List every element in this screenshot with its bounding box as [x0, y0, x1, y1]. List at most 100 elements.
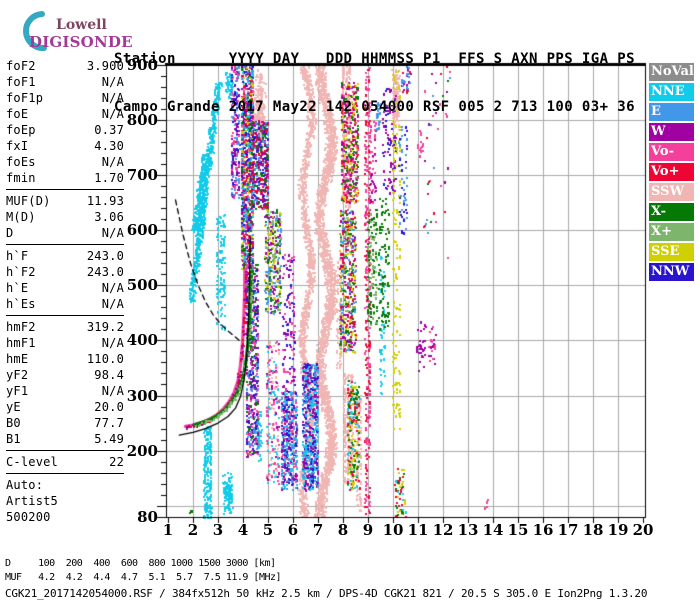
x-tick-label: 14 — [482, 521, 504, 539]
parameter-label: h`F — [6, 249, 29, 263]
header-values-line: Campo Grande 2017 May22 142 054000 RSF 0… — [114, 99, 635, 115]
parameter-label: foEp — [6, 123, 36, 137]
parameter-value: 98.4 — [94, 368, 124, 382]
parameter-row: fmin 1.70 — [6, 170, 124, 186]
parameter-value: 4.30 — [94, 139, 124, 153]
x-tick-label: 11 — [407, 521, 429, 539]
x-tick-label: 4 — [237, 521, 249, 539]
parameter-label: h`F2 — [6, 265, 36, 279]
legend-item-w: W — [649, 123, 694, 141]
parameter-value: 5.49 — [94, 432, 124, 446]
parameter-label: h`Es — [6, 297, 36, 311]
parameter-value: N/A — [101, 155, 124, 169]
legend-item-vo: Vo- — [649, 143, 694, 161]
parameter-row: D N/A — [6, 225, 124, 241]
parameter-row: foF2 3.900 — [6, 58, 124, 74]
doppler-direction-legend: NoVal NNE E W Vo- Vo+ SSW X- X+ SSE NNW — [649, 63, 695, 283]
parameter-label: yE — [6, 400, 21, 414]
parameter-label: D — [6, 226, 14, 240]
parameter-value: 20.0 — [94, 400, 124, 414]
parameter-row: MUF(D) 11.93 — [6, 193, 124, 209]
parameter-label: C-level — [6, 455, 58, 469]
x-tick-label: 10 — [382, 521, 404, 539]
parameter-row: yF2 98.4 — [6, 367, 124, 383]
y-tick-label: 400 — [126, 331, 158, 350]
autoscaler-info-line: Auto: — [6, 478, 44, 492]
parameter-label: hmE — [6, 352, 29, 366]
y-tick-label: 600 — [126, 221, 158, 240]
parameter-label: foF1p — [6, 91, 44, 105]
group-separator — [6, 450, 124, 451]
x-tick-label: 5 — [262, 521, 274, 539]
parameter-row: B0 77.7 — [6, 415, 124, 431]
legend-item-e: E — [649, 103, 694, 121]
x-tick-label: 16 — [532, 521, 554, 539]
x-tick-label: 15 — [507, 521, 529, 539]
parameter-row: hmF2 319.2 — [6, 319, 124, 335]
parameter-value: 0.37 — [94, 123, 124, 137]
parameter-value: 243.0 — [86, 265, 124, 279]
parameter-label: M(D) — [6, 210, 36, 224]
y-tick-label: 900 — [126, 56, 158, 74]
x-tick-label: 17 — [557, 521, 579, 539]
parameter-row: yE 20.0 — [6, 399, 124, 415]
x-tick-label: 7 — [312, 521, 324, 539]
parameter-value: N/A — [101, 281, 124, 295]
logo-text-lowell: Lowell — [56, 17, 107, 33]
parameter-label: yF2 — [6, 368, 29, 382]
parameter-row: foE N/A — [6, 106, 124, 122]
parameter-value: 3.06 — [94, 210, 124, 224]
autoscaler-info-line: 500200 — [6, 510, 51, 524]
parameter-value: 319.2 — [86, 320, 124, 334]
x-tick-label: 12 — [432, 521, 454, 539]
x-tick-label: 19 — [607, 521, 629, 539]
parameter-label: B1 — [6, 432, 21, 446]
parameter-value: N/A — [101, 91, 124, 105]
parameter-label: yF1 — [6, 384, 29, 398]
parameter-label: foF2 — [6, 59, 36, 73]
legend-item-x: X+ — [649, 223, 694, 241]
legend-item-sse: SSE — [649, 243, 694, 261]
parameter-row: h`Es N/A — [6, 296, 124, 312]
y-tick-label: 200 — [126, 441, 158, 460]
parameter-value: N/A — [101, 336, 124, 350]
parameter-row: foEp 0.37 — [6, 122, 124, 138]
x-tick-label: 20 — [632, 521, 654, 539]
parameter-label: foEs — [6, 155, 36, 169]
header-labels-line: Station YYYY DAY DDD HHMMSS P1 FFS S AXN… — [114, 51, 635, 67]
parameter-value: 11.93 — [86, 194, 124, 208]
x-tick-label: 2 — [187, 521, 199, 539]
parameter-value: 3.900 — [86, 59, 124, 73]
x-tick-label: 8 — [337, 521, 349, 539]
digisonde-ionogram-screen: Lowell DIGISONDE Station YYYY DAY DDD HH… — [0, 0, 700, 600]
parameter-value: N/A — [101, 384, 124, 398]
x-tick-label: 9 — [362, 521, 374, 539]
parameter-value: 110.0 — [86, 352, 124, 366]
parameter-row: h`E N/A — [6, 280, 124, 296]
parameter-row: foEs N/A — [6, 154, 124, 170]
parameter-row: yF1 N/A — [6, 383, 124, 399]
parameter-label: foE — [6, 107, 29, 121]
header-block: Station YYYY DAY DDD HHMMSS P1 FFS S AXN… — [114, 19, 635, 147]
parameter-label: h`E — [6, 281, 29, 295]
legend-item-ssw: SSW — [649, 183, 694, 201]
legend-item-x: X- — [649, 203, 694, 221]
parameter-row: C-level 22 — [6, 454, 124, 470]
parameter-value: N/A — [101, 107, 124, 121]
legend-item-nnw: NNW — [649, 263, 694, 281]
parameter-row: hmE 110.0 — [6, 351, 124, 367]
parameter-row: foF1p N/A — [6, 90, 124, 106]
lowell-digisonde-logo: Lowell DIGISONDE — [6, 8, 133, 54]
y-tick-label: 800 — [126, 111, 158, 130]
x-tick-label: 3 — [212, 521, 224, 539]
legend-item-noval: NoVal — [649, 63, 694, 81]
parameter-row: hmF1 N/A — [6, 335, 124, 351]
parameter-value: N/A — [101, 297, 124, 311]
y-tick-label: 700 — [126, 166, 158, 185]
parameter-label: hmF1 — [6, 336, 36, 350]
group-separator — [6, 244, 124, 245]
parameter-label: B0 — [6, 416, 21, 430]
group-separator — [6, 473, 124, 474]
parameter-value: 77.7 — [94, 416, 124, 430]
group-separator — [6, 189, 124, 190]
